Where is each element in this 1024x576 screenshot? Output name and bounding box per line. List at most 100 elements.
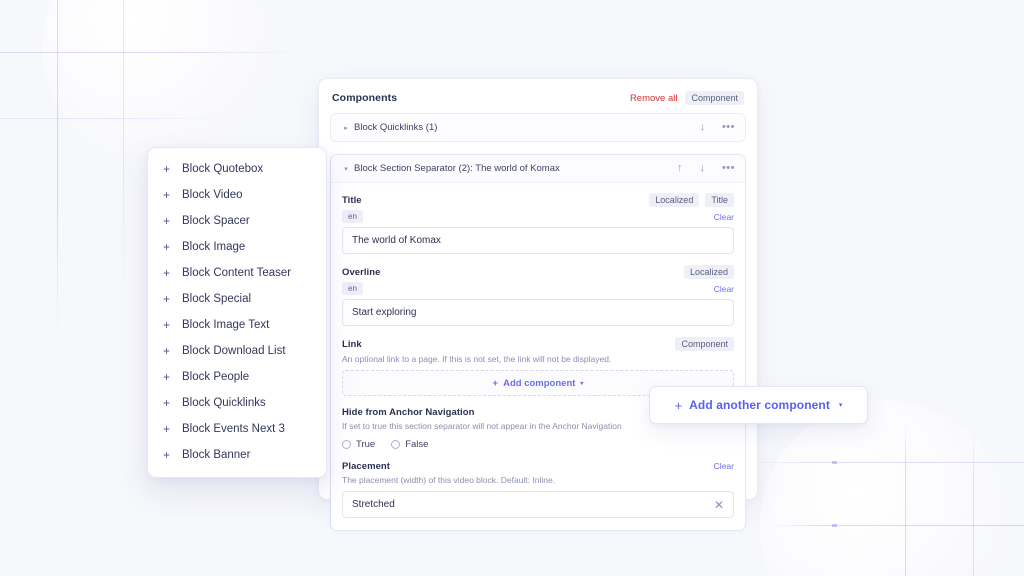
field-title-header: Title Localized Title bbox=[342, 193, 734, 207]
plus-icon: + bbox=[674, 397, 683, 413]
components-editor-panel: Components Remove all Component ▸ Block … bbox=[318, 78, 758, 532]
clear-placement-link[interactable]: Clear bbox=[714, 461, 734, 471]
grid-line-horizontal bbox=[770, 525, 1024, 527]
field-title-lang-row: en Clear bbox=[342, 210, 734, 223]
language-chip[interactable]: en bbox=[342, 210, 363, 223]
plus-icon: + bbox=[162, 162, 170, 176]
radio-circle-icon[interactable] bbox=[342, 439, 351, 449]
component-type-badge: Component bbox=[685, 91, 744, 105]
component-row-block-quicklinks[interactable]: ▸ Block Quicklinks (1) ↓ ••• bbox=[330, 113, 746, 142]
component-card-body: Title Localized Title en Clear The world… bbox=[331, 183, 745, 530]
component-card-block-section-separator: ▾ Block Section Separator (2): The world… bbox=[330, 154, 746, 532]
plus-icon: + bbox=[162, 370, 170, 384]
chevron-down-icon: ▾ bbox=[580, 380, 584, 387]
menu-item-label: Block Image Text bbox=[182, 319, 270, 331]
menu-item-label: Block Download List bbox=[182, 345, 286, 357]
radio-label: False bbox=[405, 438, 429, 450]
add-another-component-label: Add another component bbox=[689, 398, 830, 412]
menu-item-block-banner[interactable]: + Block Banner bbox=[148, 442, 326, 468]
grid-line-vertical bbox=[57, 0, 59, 340]
menu-item-block-quotebox[interactable]: + Block Quotebox bbox=[148, 156, 326, 182]
overline-input[interactable]: Start exploring bbox=[342, 299, 734, 326]
title-input[interactable]: The world of Komax bbox=[342, 227, 734, 254]
plus-icon: + bbox=[162, 240, 170, 254]
radio-label: True bbox=[356, 438, 376, 450]
placement-select[interactable]: Stretched ✕ bbox=[342, 491, 734, 519]
plus-icon: + bbox=[162, 214, 170, 228]
clear-overline-link[interactable]: Clear bbox=[714, 284, 734, 294]
block-type-dropdown-menu: + Block Quotebox + Block Video + Block S… bbox=[147, 147, 327, 478]
field-overline-lang-row: en Clear bbox=[342, 282, 734, 295]
menu-item-label: Block Spacer bbox=[182, 215, 250, 227]
chevron-down-icon: ▾ bbox=[838, 402, 843, 409]
plus-icon: + bbox=[162, 448, 170, 462]
more-options-icon[interactable]: ••• bbox=[722, 163, 735, 174]
add-another-component-button[interactable]: + Add another component ▾ bbox=[649, 386, 868, 424]
title-input-value: The world of Komax bbox=[352, 235, 441, 246]
field-overline-header: Overline Localized bbox=[342, 265, 734, 279]
grid-line-vertical bbox=[973, 430, 975, 576]
field-label: Overline bbox=[342, 266, 381, 278]
menu-item-label: Block Video bbox=[182, 189, 243, 201]
menu-item-block-events-next-3[interactable]: + Block Events Next 3 bbox=[148, 416, 326, 442]
menu-item-block-download-list[interactable]: + Block Download List bbox=[148, 338, 326, 364]
component-card-header[interactable]: ▾ Block Section Separator (2): The world… bbox=[331, 155, 745, 183]
field-link-header: Link Component bbox=[342, 337, 734, 351]
localized-badge: Localized bbox=[649, 193, 700, 207]
menu-item-label: Block Events Next 3 bbox=[182, 423, 285, 435]
radio-option-false[interactable]: False bbox=[391, 439, 428, 450]
field-help-text: The placement (width) of this video bloc… bbox=[342, 474, 556, 485]
field-label: Link bbox=[342, 338, 362, 350]
field-label: Title bbox=[342, 194, 362, 206]
component-card-actions: ↑ ↓ ••• bbox=[677, 163, 735, 174]
chevron-down-icon[interactable]: ▾ bbox=[340, 165, 352, 173]
component-card-title: Block Section Separator (2): The world o… bbox=[354, 163, 560, 174]
field-label: Hide from Anchor Navigation bbox=[342, 407, 475, 419]
menu-item-block-special[interactable]: + Block Special bbox=[148, 286, 326, 312]
clear-title-link[interactable]: Clear bbox=[714, 212, 734, 222]
menu-item-label: Block Banner bbox=[182, 449, 251, 461]
menu-item-block-image-text[interactable]: + Block Image Text bbox=[148, 312, 326, 338]
localized-badge: Localized bbox=[683, 265, 734, 279]
hide-anchor-radio-group: True False bbox=[342, 439, 734, 450]
overline-input-value: Start exploring bbox=[352, 307, 417, 318]
plus-icon: + bbox=[162, 422, 170, 436]
menu-item-label: Block People bbox=[182, 371, 250, 383]
decorative-blob-top-left bbox=[42, 0, 272, 164]
placement-value: Stretched bbox=[352, 499, 395, 511]
field-placement: Placement Clear The placement (width) of… bbox=[342, 461, 734, 519]
language-chip[interactable]: en bbox=[342, 282, 363, 295]
plus-icon: + bbox=[162, 318, 170, 332]
field-label: Placement bbox=[342, 460, 390, 472]
grid-line-horizontal bbox=[0, 118, 230, 120]
component-row-label: Block Quicklinks (1) bbox=[354, 122, 438, 133]
more-options-icon[interactable]: ••• bbox=[722, 122, 735, 133]
field-help-text: An optional link to a page. If this is n… bbox=[342, 354, 612, 364]
field-title: Title Localized Title en Clear The world… bbox=[342, 193, 734, 254]
radio-circle-icon[interactable] bbox=[391, 439, 401, 449]
plus-icon: + bbox=[162, 292, 170, 306]
chevron-right-icon[interactable]: ▸ bbox=[340, 124, 352, 132]
radio-option-true[interactable]: True bbox=[342, 439, 375, 450]
field-overline: Overline Localized en Clear Start explor… bbox=[342, 265, 734, 326]
menu-item-block-people[interactable]: + Block People bbox=[148, 364, 326, 390]
menu-item-label: Block Quotebox bbox=[182, 163, 264, 175]
menu-item-block-video[interactable]: + Block Video bbox=[148, 182, 326, 208]
arrow-down-icon[interactable]: ↓ bbox=[699, 163, 705, 174]
arrow-up-icon[interactable]: ↑ bbox=[677, 163, 683, 174]
arrow-down-icon[interactable]: ↓ bbox=[699, 122, 705, 133]
grid-line-vertical bbox=[905, 420, 907, 576]
menu-item-block-content-teaser[interactable]: + Block Content Teaser bbox=[148, 260, 326, 286]
menu-item-block-spacer[interactable]: + Block Spacer bbox=[148, 208, 326, 234]
menu-item-label: Block Content Teaser bbox=[182, 267, 292, 279]
field-placement-header: Placement Clear bbox=[342, 461, 734, 472]
grid-tick bbox=[832, 461, 837, 464]
menu-item-block-quicklinks[interactable]: + Block Quicklinks bbox=[148, 390, 326, 416]
remove-all-button[interactable]: Remove all bbox=[630, 93, 678, 104]
component-row-actions: ↓ ••• bbox=[699, 122, 735, 133]
close-icon[interactable]: ✕ bbox=[714, 499, 724, 511]
plus-icon: + bbox=[162, 344, 170, 358]
components-panel-header: Components Remove all Component bbox=[330, 89, 746, 113]
menu-item-block-image[interactable]: + Block Image bbox=[148, 234, 326, 260]
plus-icon: + bbox=[492, 377, 499, 389]
